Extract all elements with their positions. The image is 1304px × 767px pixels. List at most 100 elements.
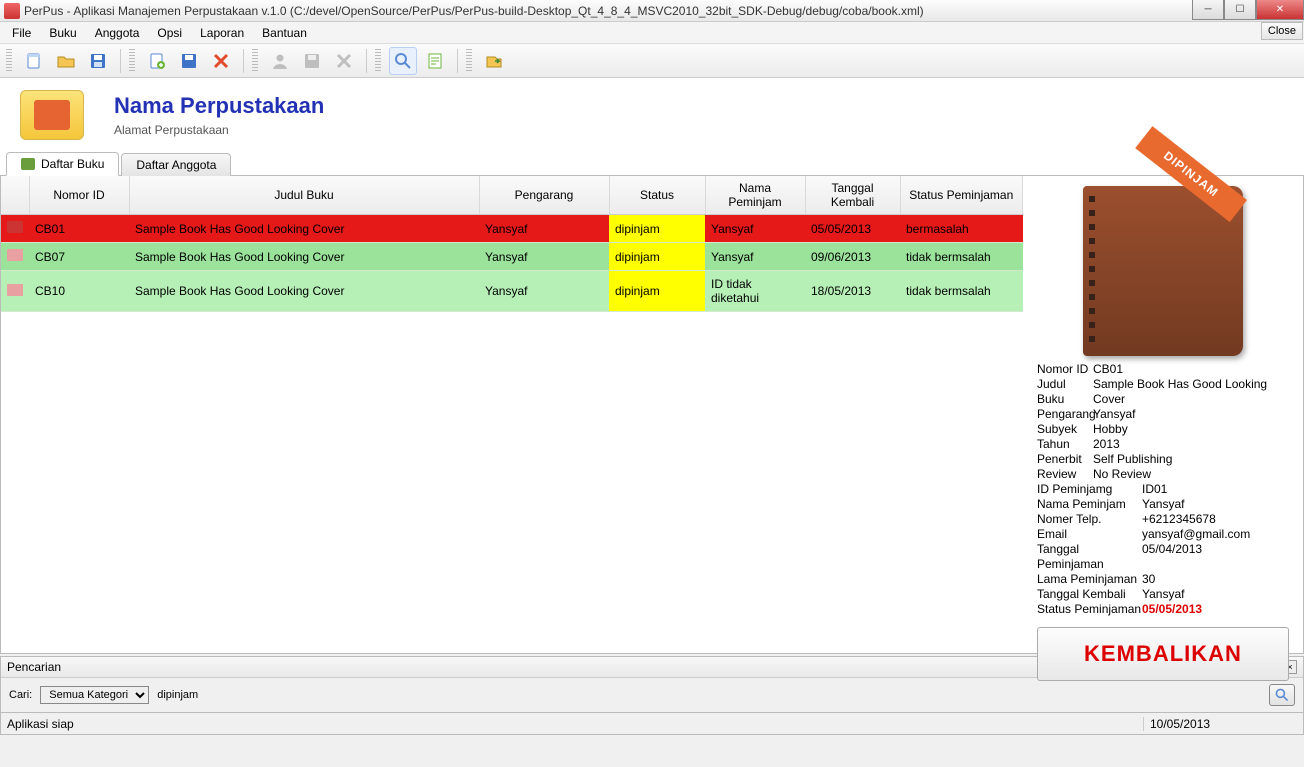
cell-tgl-kembali: 05/05/2013: [805, 215, 900, 243]
toolbar-handle[interactable]: [252, 49, 258, 73]
open-button[interactable]: [52, 47, 80, 75]
table-row[interactable]: CB10Sample Book Has Good Looking CoverYa…: [1, 271, 1023, 312]
lbl-email: Email: [1037, 527, 1142, 542]
val-penerbit: Self Publishing: [1093, 452, 1289, 467]
cell-status: dipinjam: [609, 215, 705, 243]
lbl-penerbit: Penerbit: [1037, 452, 1093, 467]
content: Nomor ID Judul Buku Pengarang Status Nam…: [0, 176, 1304, 654]
cell-id: CB07: [29, 243, 129, 271]
search-body: Cari: Semua Kategori: [1, 678, 1303, 712]
cell-status-pinjam: tidak bermsalah: [900, 243, 1023, 271]
table-header-row: Nomor ID Judul Buku Pengarang Status Nam…: [1, 176, 1023, 215]
table-row[interactable]: CB01Sample Book Has Good Looking CoverYa…: [1, 215, 1023, 243]
cell-status: dipinjam: [609, 243, 705, 271]
val-id-peminjam: ID01: [1142, 482, 1289, 497]
toolbar-handle[interactable]: [466, 49, 472, 73]
book-table-area[interactable]: Nomor ID Judul Buku Pengarang Status Nam…: [1, 176, 1023, 653]
menu-bantuan[interactable]: Bantuan: [254, 24, 315, 42]
app-icon: [4, 3, 20, 19]
col-pengarang[interactable]: Pengarang: [479, 176, 609, 215]
tabs: Daftar Buku Daftar Anggota: [0, 152, 1304, 176]
tab-daftar-buku[interactable]: Daftar Buku: [6, 152, 119, 176]
library-logo: [20, 90, 84, 140]
row-icon-cell: [1, 271, 29, 312]
maximize-button[interactable]: ☐: [1224, 0, 1256, 20]
user-delete-button[interactable]: [330, 47, 358, 75]
val-nomor-id: CB01: [1093, 362, 1289, 377]
col-nama-peminjam[interactable]: Nama Peminjam: [705, 176, 805, 215]
category-select[interactable]: Semua Kategori: [40, 686, 149, 704]
toolbar-handle[interactable]: [6, 49, 12, 73]
toolbar-separator: [366, 49, 367, 73]
add-page-button[interactable]: [143, 47, 171, 75]
col-icon[interactable]: [1, 176, 29, 215]
menu-file[interactable]: File: [4, 24, 39, 42]
window-title: PerPus - Aplikasi Manajemen Perpustakaan…: [24, 4, 924, 18]
lbl-pengarang: Pengarang: [1037, 407, 1093, 422]
report-button[interactable]: [421, 47, 449, 75]
cell-status: dipinjam: [609, 271, 705, 312]
cell-pengarang: Yansyaf: [479, 243, 609, 271]
user-save-button[interactable]: [298, 47, 326, 75]
val-tgl-kembali: Yansyaf: [1142, 587, 1289, 602]
col-nomor-id[interactable]: Nomor ID: [29, 176, 129, 215]
row-icon-cell: [1, 243, 29, 271]
val-nama-peminjam: Yansyaf: [1142, 497, 1289, 512]
table-row[interactable]: CB07Sample Book Has Good Looking CoverYa…: [1, 243, 1023, 271]
lbl-status-pinjam: Status Peminjaman: [1037, 602, 1142, 617]
val-pengarang: Yansyaf: [1093, 407, 1289, 422]
toolbar-separator: [457, 49, 458, 73]
menu-opsi[interactable]: Opsi: [149, 24, 190, 42]
val-email: yansyaf@gmail.com: [1142, 527, 1289, 542]
cell-judul: Sample Book Has Good Looking Cover: [129, 215, 479, 243]
search-go-button[interactable]: [1269, 684, 1295, 706]
new-button[interactable]: [20, 47, 48, 75]
tab-label: Daftar Buku: [41, 157, 104, 171]
toolbar-handle[interactable]: [375, 49, 381, 73]
lbl-nomor-id: Nomor ID: [1037, 362, 1093, 377]
search-button[interactable]: [389, 47, 417, 75]
tab-daftar-anggota[interactable]: Daftar Anggota: [121, 153, 231, 176]
toolbar-separator: [120, 49, 121, 73]
header-band: Nama Perpustakaan Alamat Perpustakaan: [0, 78, 1304, 152]
delete-button[interactable]: [207, 47, 235, 75]
menu-laporan[interactable]: Laporan: [192, 24, 252, 42]
lbl-nomer-telp: Nomer Telp.: [1037, 512, 1142, 527]
val-subyek: Hobby: [1093, 422, 1289, 437]
col-tanggal-kembali[interactable]: Tanggal Kembali: [805, 176, 900, 215]
col-status-peminjaman[interactable]: Status Peminjaman: [900, 176, 1023, 215]
kembalikan-button[interactable]: KEMBALIKAN: [1037, 627, 1289, 681]
menu-anggota[interactable]: Anggota: [87, 24, 148, 42]
search-input[interactable]: [157, 689, 357, 701]
cell-tgl-kembali: 09/06/2013: [805, 243, 900, 271]
export-button[interactable]: [480, 47, 508, 75]
lbl-nama-peminjam: Nama Peminjam: [1037, 497, 1142, 512]
status-date: 10/05/2013: [1143, 717, 1303, 731]
col-judul-buku[interactable]: Judul Buku: [129, 176, 479, 215]
status-message: Aplikasi siap: [1, 717, 1143, 731]
detail-pane: DIPINJAM Nomor IDCB01 Judul BukuSample B…: [1023, 176, 1303, 653]
tab-label: Daftar Anggota: [136, 158, 216, 172]
col-status[interactable]: Status: [609, 176, 705, 215]
lbl-judul-buku: Judul Buku: [1037, 377, 1093, 407]
close-tab-button[interactable]: Close: [1261, 22, 1303, 40]
statusbar: Aplikasi siap 10/05/2013: [0, 713, 1304, 735]
window-controls: ─ ☐ ✕: [1192, 0, 1304, 20]
minimize-button[interactable]: ─: [1192, 0, 1224, 20]
toolbar-handle[interactable]: [129, 49, 135, 73]
cell-id: CB10: [29, 271, 129, 312]
save-button[interactable]: [175, 47, 203, 75]
book-table: Nomor ID Judul Buku Pengarang Status Nam…: [1, 176, 1023, 312]
cari-label: Cari:: [9, 689, 32, 701]
titlebar: PerPus - Aplikasi Manajemen Perpustakaan…: [0, 0, 1304, 22]
val-status-pinjam: 05/05/2013: [1142, 602, 1289, 617]
cell-pengarang: Yansyaf: [479, 271, 609, 312]
cell-peminjam: ID tidak diketahui: [705, 271, 805, 312]
menu-buku[interactable]: Buku: [41, 24, 84, 42]
save-all-button[interactable]: [84, 47, 112, 75]
close-button[interactable]: ✕: [1256, 0, 1304, 20]
library-name: Nama Perpustakaan: [114, 93, 324, 119]
val-judul-buku: Sample Book Has Good Looking Cover: [1093, 377, 1289, 407]
cell-status-pinjam: tidak bermsalah: [900, 271, 1023, 312]
user-button[interactable]: [266, 47, 294, 75]
